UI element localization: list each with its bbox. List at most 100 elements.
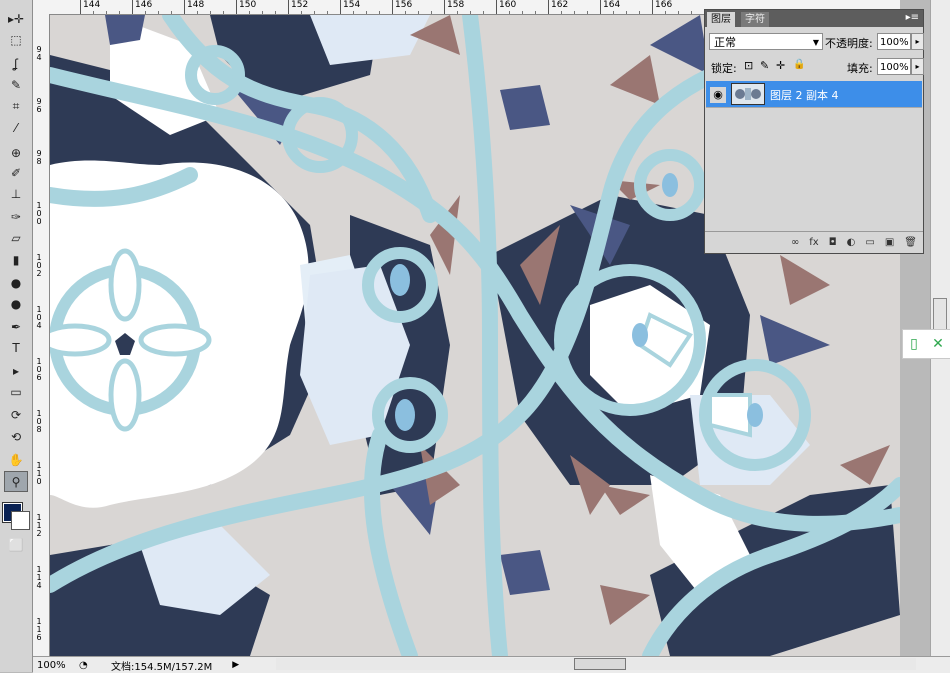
blend-row: 正常 ▼ 不透明度: 100% ▸ — [705, 31, 925, 53]
crop-tool-icon[interactable]: ⌗ — [4, 96, 28, 117]
ruler-minor-tick — [613, 11, 614, 14]
layer-style-icon[interactable]: fx — [809, 237, 818, 248]
opacity-value: 100% — [880, 37, 909, 48]
adjustment-layer-icon[interactable]: ◐ — [847, 237, 856, 248]
hand-tool-icon[interactable]: ✋ — [4, 449, 28, 470]
ruler-minor-tick — [535, 11, 536, 14]
move-tool-icon[interactable]: ▸✛ — [4, 8, 28, 29]
add-mask-icon[interactable]: ◘ — [829, 237, 837, 248]
rectangle-tool-icon[interactable]: ▭ — [4, 381, 28, 402]
new-group-icon[interactable]: ▭ — [865, 237, 874, 248]
background-color-swatch[interactable] — [11, 511, 30, 530]
ruler-label-left: 100 — [36, 201, 42, 226]
lasso-tool-icon[interactable]: ʆ — [4, 53, 28, 74]
ruler-minor-tick — [418, 11, 419, 14]
ruler-minor-tick — [561, 11, 562, 14]
ruler-minor-tick — [379, 11, 380, 14]
panel-menu-icon[interactable]: ▸≡ — [906, 12, 919, 23]
tab-layers[interactable]: 图层 — [707, 12, 735, 27]
eraser-tool-icon[interactable]: ▱ — [4, 227, 28, 248]
tab-character[interactable]: 字符 — [741, 12, 769, 27]
path-select-tool-icon[interactable]: ▸ — [4, 360, 28, 381]
new-layer-icon[interactable]: ▣ — [885, 237, 894, 248]
healing-brush-tool-icon[interactable]: ⊕ — [4, 142, 28, 163]
blur-tool-icon[interactable]: ● — [4, 272, 28, 293]
chevron-down-icon: ▼ — [812, 38, 819, 47]
ruler-minor-tick — [665, 11, 666, 14]
ruler-label-top: 152 — [288, 0, 308, 14]
opacity-slider-button[interactable]: ▸ — [911, 33, 924, 50]
ruler-label-top: 164 — [600, 0, 620, 14]
ruler-minor-tick — [327, 11, 328, 14]
lock-all-icon[interactable]: 🔒 — [793, 59, 805, 70]
ruler-minor-tick — [574, 11, 575, 14]
ruler-label-left: 104 — [36, 305, 42, 330]
brush-tool-icon[interactable]: ✐ — [4, 162, 28, 183]
ruler-minor-tick — [249, 11, 250, 14]
status-info-icon[interactable]: ◔ — [79, 660, 99, 671]
quick-mask-icon[interactable]: ⬜ — [4, 534, 28, 555]
ruler-vertical[interactable]: 94 96 98 100 102 104 106 108 110 112 114 116 — [33, 14, 50, 656]
ruler-label-left: 96 — [36, 97, 42, 114]
eye-icon[interactable]: ◉ — [710, 87, 726, 103]
quick-select-tool-icon[interactable]: ✎ — [4, 74, 28, 95]
layers-list[interactable] — [706, 107, 922, 230]
ruler-minor-tick — [275, 11, 276, 14]
lock-image-icon[interactable]: ✎ — [760, 59, 769, 72]
doc-info: 文档:154.5M/157.2M — [111, 661, 213, 673]
ruler-minor-tick — [171, 11, 172, 14]
lock-label: 锁定: — [711, 62, 737, 75]
lock-position-icon[interactable]: ✛ — [776, 59, 785, 72]
fill-value: 100% — [880, 62, 909, 73]
ruler-origin[interactable] — [33, 0, 51, 15]
ruler-minor-tick — [119, 11, 120, 14]
ruler-minor-tick — [106, 11, 107, 14]
ruler-label-left: 98 — [36, 149, 42, 166]
ruler-minor-tick — [405, 11, 406, 14]
ruler-minor-tick — [483, 11, 484, 14]
ruler-minor-tick — [509, 11, 510, 14]
marquee-tool-icon[interactable]: ⬚ — [4, 29, 28, 50]
status-menu-arrow[interactable]: ▶ — [232, 660, 239, 670]
ruler-minor-tick — [587, 11, 588, 14]
dodge-tool-icon[interactable]: ● — [4, 293, 28, 314]
tools-panel: ▸✛ ⬚ ʆ ✎ ⌗ ⁄ ⊕ ✐ ⊥ ✑ ▱ ▮ ● ● ✒ T ▸ ▭ ⟳ ⟲ ✋ ⚲ ⬜ — [0, 0, 33, 672]
opacity-input[interactable]: 100% — [877, 33, 911, 50]
ruler-label-top: 146 — [132, 0, 152, 14]
layer-name[interactable]: 图层 2 副本 4 — [770, 87, 839, 103]
layer-row-selected[interactable]: ◉ 图层 2 副本 4 — [706, 81, 922, 107]
gradient-tool-icon[interactable]: ▮ — [4, 249, 28, 270]
type-tool-icon[interactable]: T — [4, 337, 28, 358]
ruler-minor-tick — [691, 11, 692, 14]
ruler-label-left: 110 — [36, 461, 42, 486]
ruler-minor-tick — [353, 11, 354, 14]
pen-tool-icon[interactable]: ✒ — [4, 316, 28, 337]
fill-slider-button[interactable]: ▸ — [911, 58, 924, 75]
panel-toggle-icon[interactable]: ▯ — [910, 336, 918, 352]
fill-input[interactable]: 100% — [877, 58, 911, 75]
clone-stamp-tool-icon[interactable]: ⊥ — [4, 183, 28, 204]
ruler-minor-tick — [145, 11, 146, 14]
zoom-tool-icon[interactable]: ⚲ — [4, 471, 28, 492]
ruler-label-top: 166 — [652, 0, 672, 14]
ruler-minor-tick — [158, 11, 159, 14]
ruler-minor-tick — [639, 11, 640, 14]
eyedropper-tool-icon[interactable]: ⁄ — [4, 117, 28, 138]
ruler-label-left: 108 — [36, 409, 42, 434]
horizontal-scroll-thumb[interactable] — [574, 658, 626, 670]
lock-transparent-icon[interactable]: ⊡ — [744, 59, 753, 72]
ruler-label-top: 162 — [548, 0, 568, 14]
layers-panel-footer: ∞ fx ◘ ◐ ▭ ▣ 🗑 — [705, 231, 923, 253]
blend-mode-select[interactable]: 正常 ▼ — [709, 33, 823, 50]
ruler-label-top: 150 — [236, 0, 256, 14]
zoom-level[interactable]: 100% — [33, 660, 79, 671]
link-layers-icon[interactable]: ∞ — [791, 237, 799, 248]
3d-orbit-tool-icon[interactable]: ⟲ — [4, 426, 28, 447]
ruler-minor-tick — [223, 11, 224, 14]
3d-rotate-tool-icon[interactable]: ⟳ — [4, 404, 28, 425]
delete-layer-icon[interactable]: 🗑 — [904, 237, 917, 248]
history-brush-tool-icon[interactable]: ✑ — [4, 206, 28, 227]
ruler-minor-tick — [210, 11, 211, 14]
expand-icon[interactable]: ✕ — [932, 336, 944, 352]
ruler-label-left: 112 — [36, 513, 42, 538]
